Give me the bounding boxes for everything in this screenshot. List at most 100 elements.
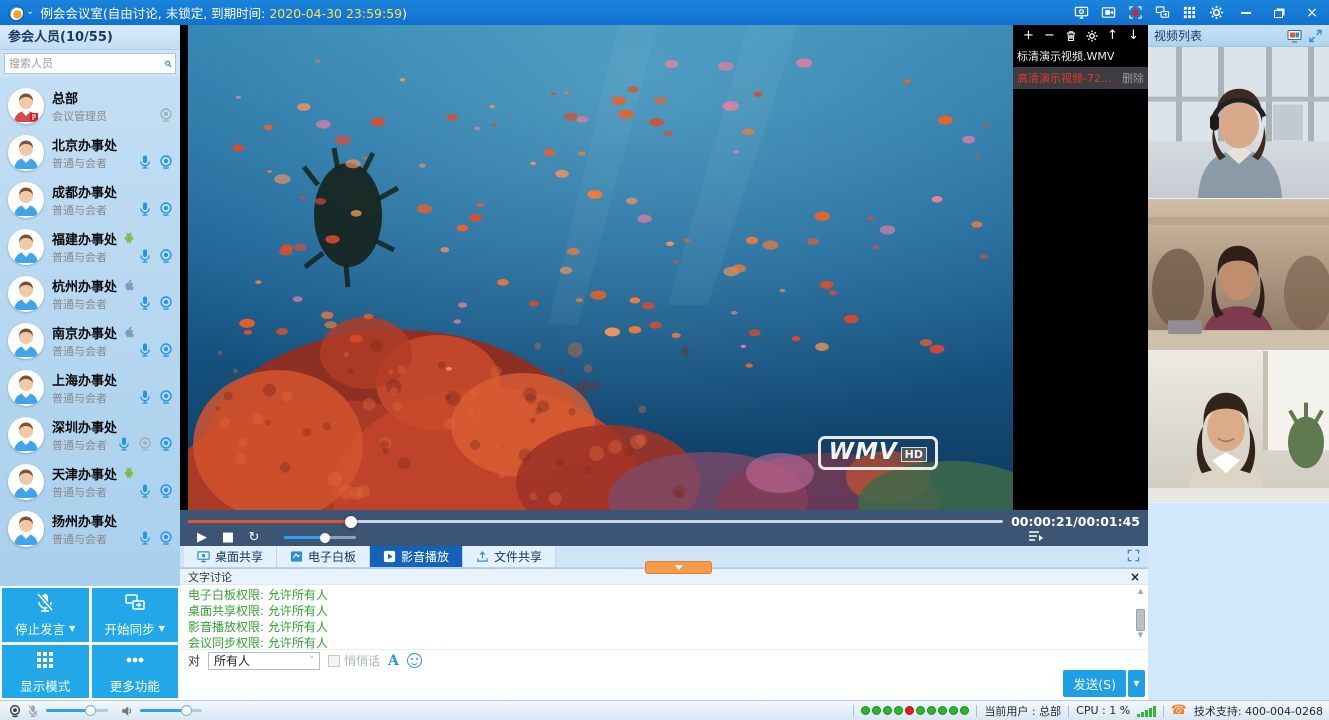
close-button[interactable]: × bbox=[1299, 3, 1325, 23]
app-logo-icon[interactable] bbox=[8, 5, 24, 21]
chat-scrollbar[interactable]: ▲ ▼ bbox=[1135, 587, 1146, 647]
tab-desktop-share[interactable]: 桌面共享 bbox=[184, 546, 277, 567]
microphone-icon[interactable] bbox=[137, 483, 153, 499]
speaker-volume-slider[interactable] bbox=[140, 709, 202, 712]
send-button[interactable]: 发送(S) bbox=[1063, 670, 1126, 697]
microphone-icon[interactable] bbox=[137, 154, 153, 170]
webcam-icon[interactable] bbox=[158, 483, 174, 499]
playlist-remove-icon[interactable]: − bbox=[1043, 29, 1056, 42]
maximize-button[interactable] bbox=[1266, 3, 1292, 23]
scroll-up-icon[interactable]: ▲ bbox=[1135, 587, 1146, 595]
expand-panel-icon[interactable] bbox=[1127, 549, 1140, 565]
webcam-icon-inactive[interactable] bbox=[158, 107, 174, 123]
webcam-icon[interactable] bbox=[158, 436, 174, 452]
webcam-icon[interactable] bbox=[158, 248, 174, 264]
participant-row[interactable]: 北京办事处 普通与会者 bbox=[0, 129, 180, 176]
font-style-icon[interactable]: A bbox=[388, 653, 399, 669]
video-thumbnail-office-woman[interactable] bbox=[1148, 351, 1329, 503]
participant-row[interactable]: 福建办事处 普通与会者 bbox=[0, 223, 180, 270]
display-mode-button[interactable]: 显示模式 bbox=[2, 645, 89, 699]
search-input[interactable] bbox=[9, 58, 164, 70]
participant-row[interactable]: 总部 会议管理员 bbox=[0, 82, 180, 129]
volume-thumb[interactable] bbox=[320, 533, 330, 543]
playing-video-coral-reef[interactable]: WMVHD bbox=[188, 25, 1013, 510]
playlist-settings-icon[interactable] bbox=[1085, 29, 1098, 42]
start-sync-button[interactable]: 开始同步▼ bbox=[92, 588, 179, 642]
emoji-icon[interactable] bbox=[407, 653, 422, 668]
tab-whiteboard[interactable]: 电子白板 bbox=[277, 546, 370, 567]
participant-row[interactable]: 南京办事处 普通与会者 bbox=[0, 317, 180, 364]
chat-close-icon[interactable]: × bbox=[1130, 572, 1140, 582]
stop-speaking-button[interactable]: 停止发言▼ bbox=[2, 588, 89, 642]
webcam-icon[interactable] bbox=[158, 295, 174, 311]
participant-row[interactable]: 扬州办事处 普通与会者 bbox=[0, 505, 180, 552]
mic-volume-slider[interactable] bbox=[46, 709, 108, 712]
status-webcam-icon[interactable] bbox=[6, 703, 24, 719]
screen-share-icon[interactable] bbox=[1071, 4, 1091, 22]
settings-gear-icon[interactable] bbox=[1206, 4, 1226, 22]
progress-thumb[interactable] bbox=[345, 516, 357, 528]
participant-row[interactable]: 上海办事处 普通与会者 bbox=[0, 364, 180, 411]
video-thumbnail-headset-woman[interactable] bbox=[1148, 47, 1329, 199]
microphone-icon[interactable] bbox=[137, 201, 153, 217]
minimize-button[interactable] bbox=[1233, 3, 1259, 23]
status-dot bbox=[927, 706, 936, 715]
playlist-add-icon[interactable]: + bbox=[1022, 29, 1035, 42]
replay-button[interactable]: ↻ bbox=[244, 530, 264, 545]
chat-collapse-handle[interactable] bbox=[645, 561, 712, 574]
microphone-icon[interactable] bbox=[137, 342, 153, 358]
microphone-icon[interactable] bbox=[137, 295, 153, 311]
participant-row[interactable]: 深圳办事处 普通与会者 bbox=[0, 411, 180, 458]
checkbox-icon[interactable] bbox=[328, 655, 340, 667]
playlist-delete-link[interactable]: 删除 bbox=[1122, 70, 1144, 86]
playlist-move-up-icon[interactable]: ↑ bbox=[1106, 29, 1119, 42]
playlist-item[interactable]: 标清演示视频.WMV bbox=[1013, 45, 1148, 67]
playlist-move-down-icon[interactable]: ↓ bbox=[1127, 29, 1140, 42]
microphone-icon[interactable] bbox=[137, 530, 153, 546]
status-speaker-icon[interactable] bbox=[118, 703, 136, 719]
video-display-icon[interactable] bbox=[1287, 29, 1302, 43]
mic-slider-thumb[interactable] bbox=[85, 705, 96, 716]
microphone-icon[interactable] bbox=[116, 436, 132, 452]
scroll-thumb[interactable] bbox=[1136, 609, 1145, 631]
tab-media-playback[interactable]: 影音播放 bbox=[370, 546, 463, 567]
expand-video-panel-icon[interactable] bbox=[1308, 29, 1323, 43]
participant-row[interactable]: 天津办事处 普通与会者 bbox=[0, 458, 180, 505]
whiteboard-icon bbox=[290, 550, 303, 563]
message-input-area[interactable]: 发送(S) ▼ bbox=[180, 671, 1148, 700]
playlist-item-selected[interactable]: 高清演示视频-720P.wmv 删除 bbox=[1013, 67, 1148, 89]
volume-slider[interactable] bbox=[284, 536, 356, 539]
playlist-trash-icon[interactable] bbox=[1064, 29, 1077, 42]
microphone-icon[interactable] bbox=[137, 248, 153, 264]
play-button[interactable]: ▶ bbox=[192, 530, 212, 545]
participant-role: 普通与会者 bbox=[52, 484, 137, 500]
display-mode-grid-icon[interactable] bbox=[1179, 4, 1199, 22]
participant-row[interactable]: 成都办事处 普通与会者 bbox=[0, 176, 180, 223]
webcam-icon[interactable] bbox=[158, 342, 174, 358]
app-menu-caret-icon[interactable]: ⌄ bbox=[26, 6, 34, 17]
send-options-caret[interactable]: ▼ bbox=[1128, 670, 1145, 697]
record-icon[interactable] bbox=[1125, 4, 1145, 22]
avatar bbox=[8, 182, 44, 218]
recipient-select[interactable]: 所有人 ˅ bbox=[208, 652, 320, 670]
whisper-checkbox[interactable]: 悄悄话 bbox=[328, 652, 380, 669]
scroll-down-icon[interactable]: ▼ bbox=[1135, 631, 1146, 639]
more-features-button[interactable]: 更多功能 bbox=[92, 645, 179, 699]
webcam-icon[interactable] bbox=[158, 201, 174, 217]
status-mic-muted-icon[interactable] bbox=[24, 703, 42, 719]
playlist-toggle-icon[interactable] bbox=[1028, 529, 1044, 546]
tab-file-share[interactable]: 文件共享 bbox=[463, 546, 556, 567]
participant-row[interactable]: 杭州办事处 普通与会者 bbox=[0, 270, 180, 317]
webcam-icon[interactable] bbox=[158, 154, 174, 170]
webcam-icon[interactable] bbox=[158, 389, 174, 405]
network-sync-icon[interactable] bbox=[1152, 4, 1172, 22]
video-window-icon[interactable] bbox=[1098, 4, 1118, 22]
stop-button[interactable]: ■ bbox=[218, 530, 238, 545]
video-thumbnail-meeting-room-woman[interactable] bbox=[1148, 199, 1329, 351]
search-icon[interactable]: ⌕ bbox=[164, 56, 171, 71]
speaker-slider-thumb[interactable] bbox=[181, 705, 192, 716]
microphone-icon[interactable] bbox=[137, 389, 153, 405]
webcam-icon-inactive[interactable] bbox=[137, 436, 153, 452]
webcam-icon[interactable] bbox=[158, 530, 174, 546]
progress-bar[interactable] bbox=[188, 520, 1003, 523]
